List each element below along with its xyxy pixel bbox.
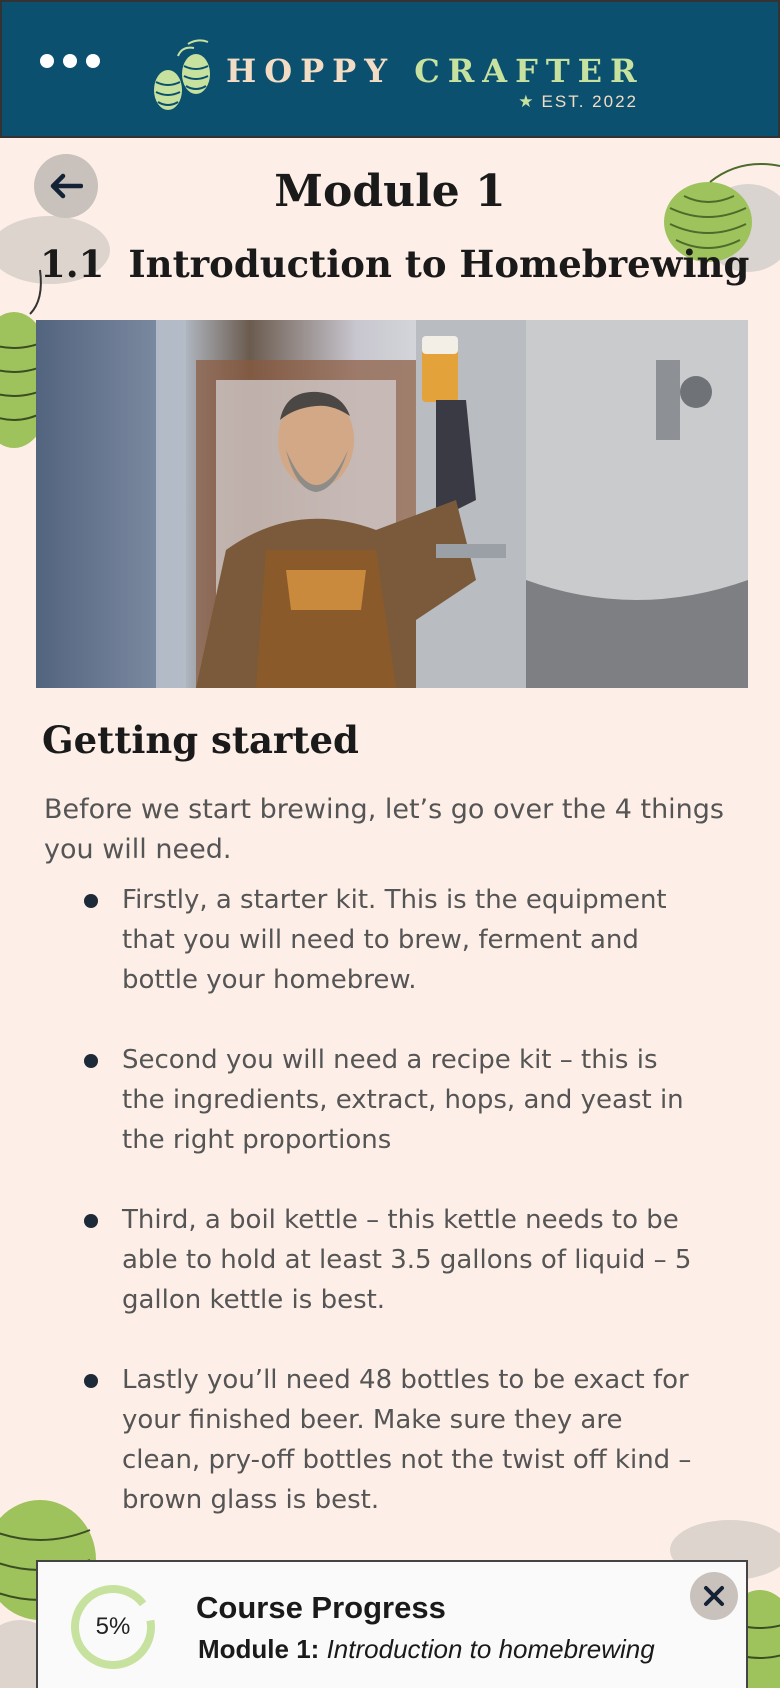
progress-module-name: Introduction to homebrewing (326, 1634, 655, 1664)
progress-percent: 5% (95, 1613, 131, 1640)
list-item-text: Lastly you’ll need 48 bottles to be exac… (122, 1365, 692, 1515)
section-number: 1.1 (40, 242, 105, 286)
hops-icon (154, 39, 210, 110)
brand-name-part2: CRAFTER (414, 52, 645, 90)
requirements-list: Firstly, a starter kit. This is the equi… (84, 880, 704, 1560)
brewer-holding-beer-photo (36, 320, 748, 688)
section-title: 1.1 Introduction to Homebrewing (40, 242, 749, 286)
intro-paragraph: Before we start brewing, let’s go over t… (44, 794, 724, 865)
progress-module: Module 1: Introduction to homebrewing (198, 1634, 655, 1665)
bullet-icon (84, 894, 98, 908)
course-progress-panel[interactable]: 5% Course Progress Module 1: Introductio… (36, 1560, 748, 1688)
more-dots-icon[interactable] (40, 54, 100, 68)
list-item: Second you will need a recipe kit – this… (84, 1040, 704, 1160)
close-button[interactable] (690, 1572, 738, 1620)
list-item-text: Firstly, a starter kit. This is the equi… (122, 885, 667, 995)
progress-module-label: Module 1: (198, 1634, 320, 1664)
list-item-text: Second you will need a recipe kit – this… (122, 1045, 684, 1155)
app-header: HOPPY CRAFTER ★ EST. 2022 (0, 0, 780, 138)
close-icon (704, 1586, 724, 1606)
established-text: EST. 2022 (541, 92, 638, 111)
list-item-text: Third, a boil kettle – this kettle needs… (122, 1205, 692, 1315)
bullet-icon (84, 1374, 98, 1388)
list-item: Third, a boil kettle – this kettle needs… (84, 1200, 704, 1320)
progress-title: Course Progress (196, 1590, 446, 1625)
module-title: Module 1 (274, 166, 506, 217)
list-item: Lastly you’ll need 48 bottles to be exac… (84, 1360, 704, 1520)
getting-started-heading: Getting started (42, 718, 359, 762)
bullet-icon (84, 1054, 98, 1068)
star-icon: ★ (518, 92, 536, 111)
brand-name-part1: HOPPY (226, 52, 396, 90)
established-label: ★ EST. 2022 (518, 92, 638, 112)
section-title-text: Introduction to Homebrewing (128, 242, 750, 286)
brand-name[interactable]: HOPPY CRAFTER (226, 52, 645, 90)
list-item: Firstly, a starter kit. This is the equi… (84, 880, 704, 1000)
bullet-icon (84, 1214, 98, 1228)
